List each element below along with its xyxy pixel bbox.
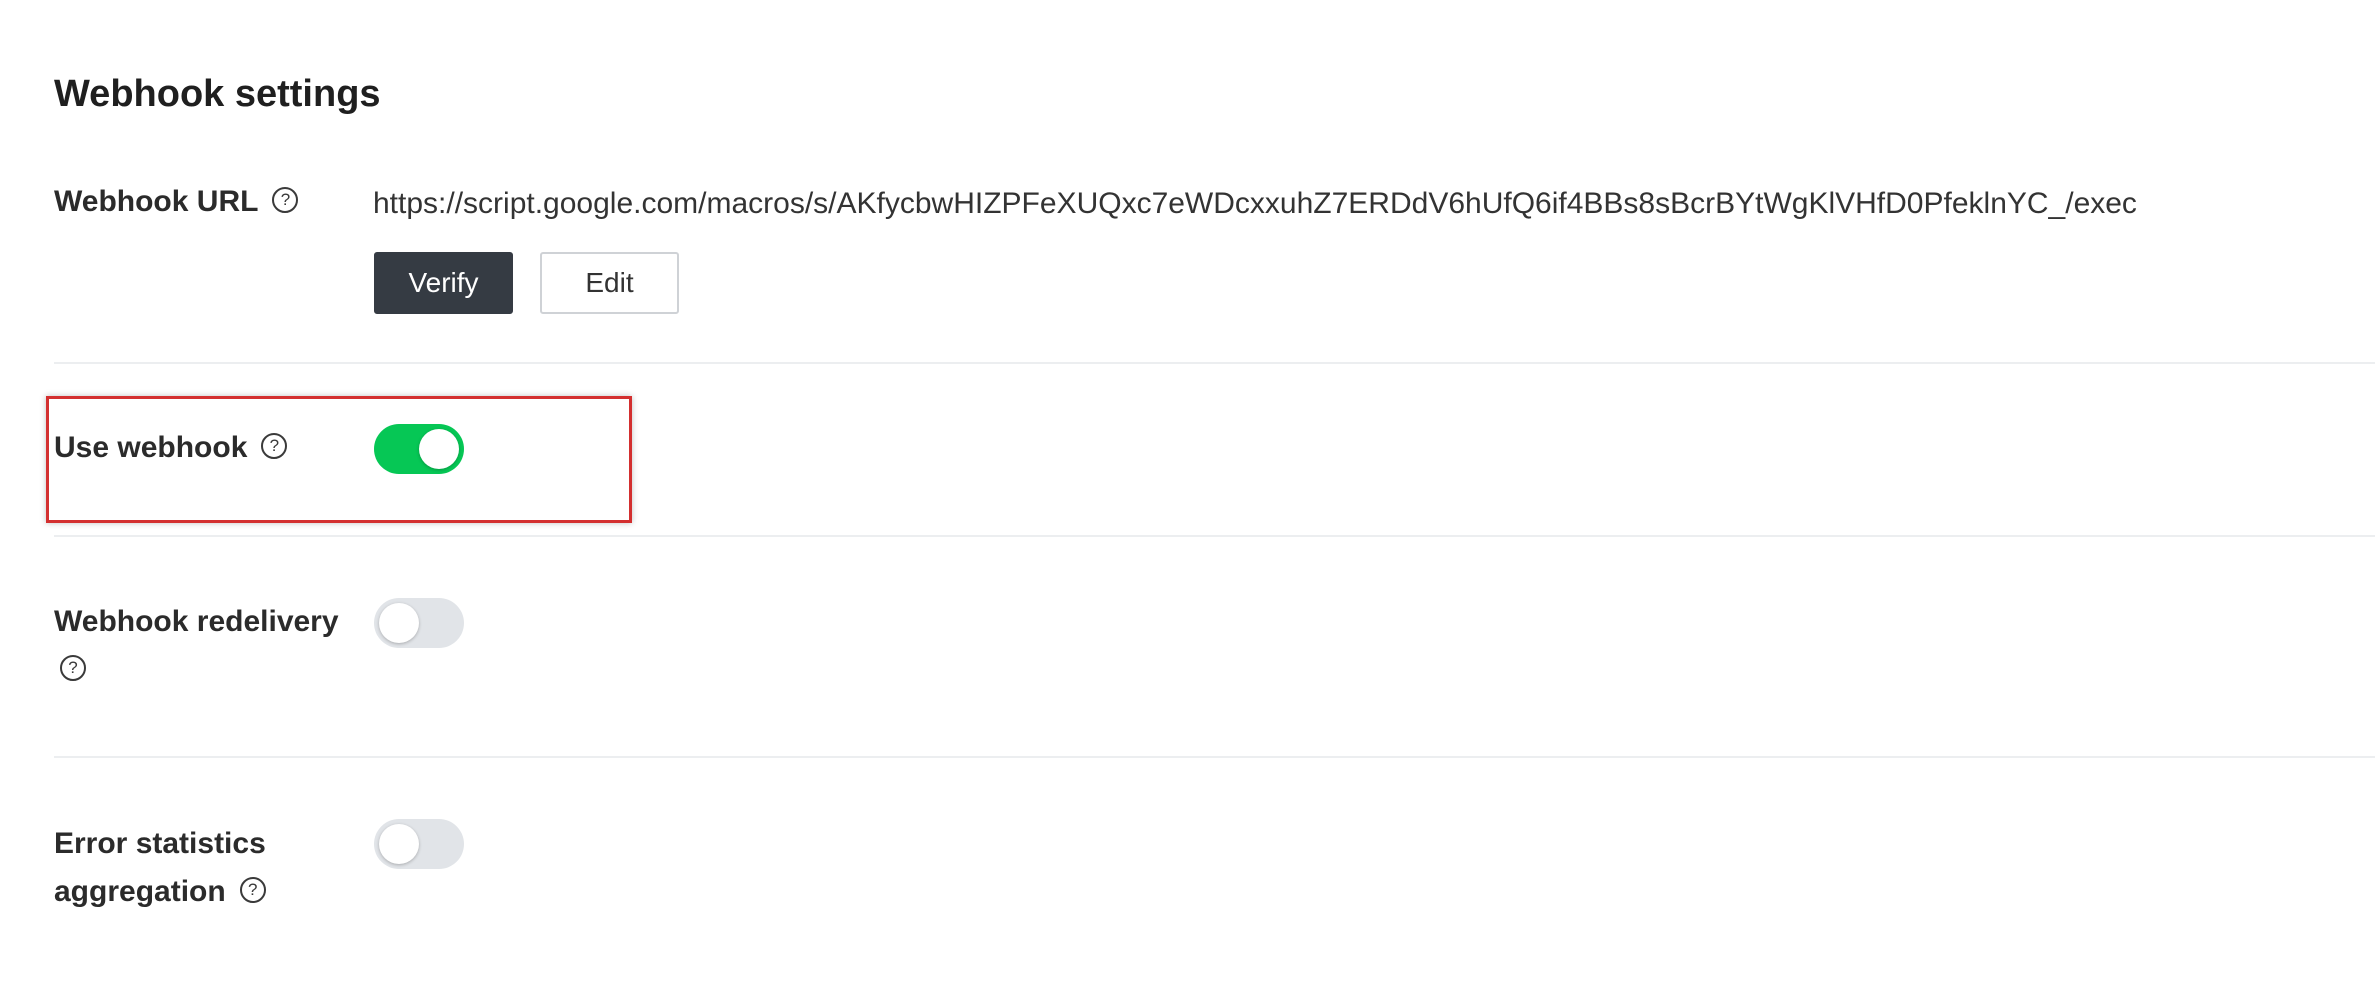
error-stats-toggle[interactable] <box>374 819 464 869</box>
toggle-knob <box>379 603 419 643</box>
edit-button[interactable]: Edit <box>540 252 679 314</box>
verify-button[interactable]: Verify <box>374 252 513 314</box>
divider <box>54 756 2375 758</box>
webhook-redelivery-label: Webhook redelivery <box>54 605 339 638</box>
webhook-settings-page: Webhook settings Webhook URL? https://sc… <box>0 0 2375 995</box>
help-icon[interactable]: ? <box>272 187 299 214</box>
divider <box>54 535 2375 537</box>
webhook-redelivery-help-wrap: ? <box>54 646 86 694</box>
divider <box>54 362 2375 364</box>
help-icon[interactable]: ? <box>239 877 266 904</box>
page-title: Webhook settings <box>54 73 381 115</box>
highlight-box <box>46 396 632 523</box>
webhook-url-label-group: Webhook URL? <box>54 178 299 226</box>
help-icon[interactable]: ? <box>60 655 86 682</box>
webhook-redelivery-toggle[interactable] <box>374 598 464 648</box>
error-stats-label-line1: Error statistics <box>54 827 266 860</box>
error-stats-label-line2: aggregation <box>54 875 226 908</box>
error-stats-label-group: aggregation? <box>54 868 266 916</box>
webhook-url-value: https://script.google.com/macros/s/AKfyc… <box>373 187 2137 220</box>
toggle-knob <box>379 824 419 864</box>
webhook-url-label: Webhook URL <box>54 185 259 218</box>
webhook-redelivery-label-group: Webhook redelivery <box>54 598 339 646</box>
